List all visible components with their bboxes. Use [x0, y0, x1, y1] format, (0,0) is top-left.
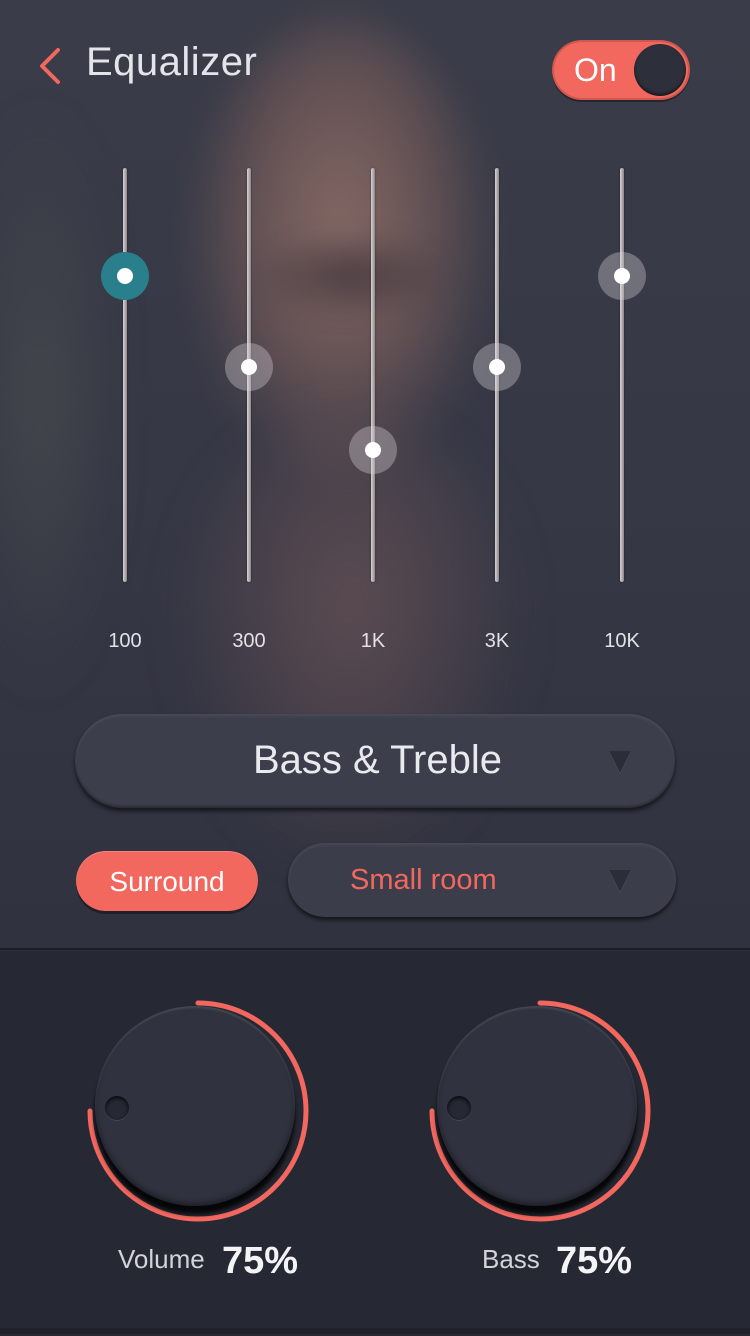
bass-knob[interactable]	[425, 996, 655, 1226]
slider-track	[371, 168, 375, 582]
band-label: 3K	[484, 630, 510, 652]
band-label: 100	[108, 630, 142, 652]
slider-thumb[interactable]	[349, 425, 397, 474]
band-label: 10K	[604, 630, 640, 652]
toggle-label: On	[574, 52, 617, 88]
surround-label: Surround	[109, 866, 225, 897]
slider-thumb[interactable]	[101, 251, 149, 300]
thumb-dot	[365, 441, 381, 458]
thumb-dot	[614, 267, 630, 284]
slider-track	[620, 168, 624, 582]
band-slider-100[interactable]: 100	[65, 160, 185, 660]
slider-thumb[interactable]	[473, 342, 521, 391]
volume-knob-indicator	[105, 1096, 129, 1120]
bass-value: 75%	[556, 1240, 633, 1282]
volume-knob[interactable]	[83, 996, 313, 1226]
slider-thumb[interactable]	[598, 251, 646, 300]
bass-knob-indicator	[447, 1096, 471, 1120]
header-bar: Equalizer On	[0, 0, 750, 140]
preset-selected-label: Bass & Treble	[252, 738, 502, 782]
equalizer-toggle[interactable]: On	[552, 40, 690, 100]
volume-label: Volume	[118, 1244, 205, 1274]
equalizer-sliders: 100 300 1K 3K 10K	[0, 160, 750, 660]
bottom-edge	[0, 1328, 750, 1334]
bass-label: Bass	[482, 1244, 540, 1274]
room-triangle-down-icon	[609, 870, 631, 892]
thumb-dot	[117, 267, 133, 284]
room-selected-label: Small room	[350, 864, 497, 896]
slider-thumb[interactable]	[225, 342, 273, 391]
band-label: 1K	[360, 630, 386, 652]
thumb-dot	[489, 358, 505, 375]
band-slider-3k[interactable]: 3K	[437, 160, 557, 660]
surround-button[interactable]: Surround	[76, 851, 258, 911]
band-slider-300[interactable]: 300	[189, 160, 309, 660]
band-slider-10k[interactable]: 10K	[562, 160, 682, 660]
slider-track	[123, 168, 127, 582]
chevron-left-icon	[40, 48, 60, 84]
preset-triangle-down-icon	[609, 751, 631, 773]
band-slider-1k[interactable]: 1K	[313, 160, 433, 660]
page-title: Equalizer	[86, 40, 258, 84]
preset-dropdown[interactable]: Bass & Treble	[75, 714, 675, 808]
band-label: 300	[232, 630, 266, 652]
thumb-dot	[241, 358, 257, 375]
volume-value: 75%	[222, 1240, 299, 1282]
toggle-knob	[634, 44, 686, 96]
back-button[interactable]	[36, 46, 66, 86]
